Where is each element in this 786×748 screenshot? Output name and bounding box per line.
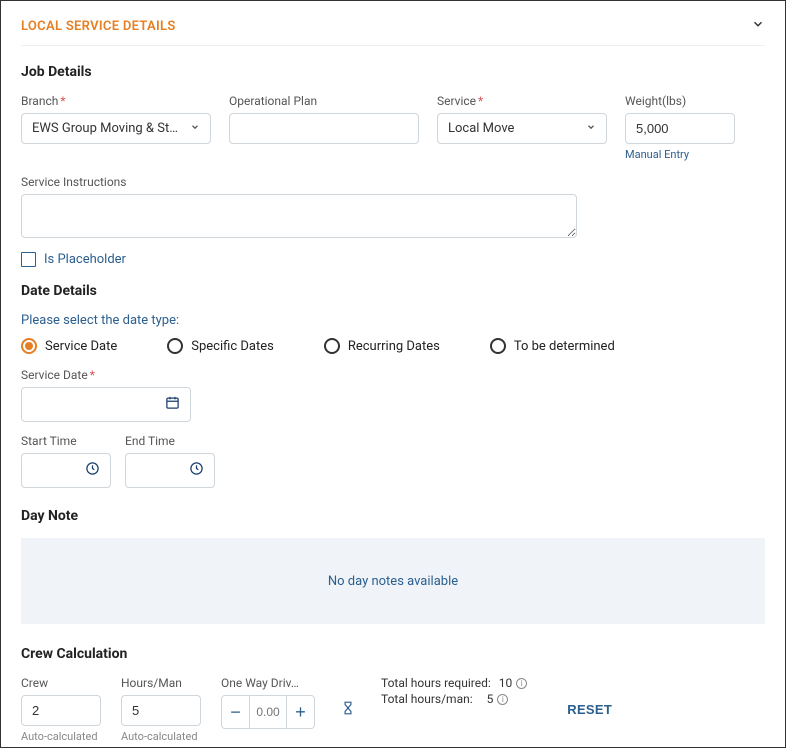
minus-button[interactable]: −	[222, 696, 250, 728]
chevron-down-icon	[586, 122, 596, 135]
section-header: LOCAL SERVICE DETAILS	[21, 17, 765, 46]
chevron-down-icon[interactable]	[751, 17, 765, 35]
section-title: LOCAL SERVICE DETAILS	[21, 19, 176, 34]
one-way-drive-label: One Way Driv…	[221, 676, 309, 690]
start-time-label: Start Time	[21, 434, 111, 448]
date-details-heading: Date Details	[21, 283, 765, 299]
service-label: Service*	[437, 94, 607, 108]
operational-plan-label: Operational Plan	[229, 94, 419, 108]
chevron-down-icon	[190, 122, 200, 135]
job-details-heading: Job Details	[21, 64, 765, 80]
crew-label: Crew	[21, 676, 101, 690]
info-icon[interactable]: i	[497, 694, 508, 705]
radio-recurring-dates[interactable]: Recurring Dates	[324, 338, 440, 354]
hourglass-icon	[341, 700, 355, 720]
operational-plan-input[interactable]	[229, 113, 419, 144]
start-time-input[interactable]	[21, 453, 111, 488]
day-note-panel: No day notes available	[21, 538, 765, 624]
radio-specific-dates[interactable]: Specific Dates	[167, 338, 274, 354]
radio-icon	[21, 338, 37, 354]
hours-man-label: Hours/Man	[121, 676, 201, 690]
day-note-empty: No day notes available	[328, 574, 458, 589]
service-select[interactable]: Local Move	[437, 113, 607, 144]
info-icon[interactable]: i	[516, 678, 527, 689]
service-date-input[interactable]	[21, 387, 191, 422]
branch-select[interactable]: EWS Group Moving & St…	[21, 113, 211, 144]
radio-icon	[324, 338, 340, 354]
radio-icon	[167, 338, 183, 354]
is-placeholder-checkbox[interactable]	[21, 252, 36, 267]
hours-man-helper: Auto-calculated	[121, 730, 201, 743]
one-way-drive-stepper[interactable]: − +	[221, 695, 315, 729]
calendar-icon	[165, 395, 180, 414]
weight-helper: Manual Entry	[625, 148, 735, 161]
radio-icon	[490, 338, 506, 354]
crew-input[interactable]	[21, 695, 101, 726]
date-type-prompt: Please select the date type:	[21, 313, 765, 328]
weight-label: Weight(lbs)	[625, 94, 735, 108]
one-way-drive-input[interactable]	[250, 696, 286, 728]
totals: Total hours required: 10 i Total hours/m…	[381, 676, 527, 706]
branch-label: Branch*	[21, 94, 211, 108]
service-instructions-label: Service Instructions	[21, 175, 765, 189]
crew-calc-heading: Crew Calculation	[21, 646, 765, 662]
plus-button[interactable]: +	[286, 696, 314, 728]
is-placeholder-label: Is Placeholder	[44, 252, 126, 267]
end-time-input[interactable]	[125, 453, 215, 488]
clock-icon	[189, 461, 204, 480]
end-time-label: End Time	[125, 434, 215, 448]
hours-man-input[interactable]	[121, 695, 201, 726]
radio-service-date[interactable]: Service Date	[21, 338, 117, 354]
radio-tbd[interactable]: To be determined	[490, 338, 615, 354]
crew-helper: Auto-calculated	[21, 730, 101, 743]
service-instructions-input[interactable]	[21, 194, 577, 238]
reset-button[interactable]: RESET	[567, 702, 612, 717]
weight-input[interactable]	[625, 113, 735, 144]
clock-icon	[85, 461, 100, 480]
day-note-heading: Day Note	[21, 508, 765, 524]
service-date-label: Service Date*	[21, 368, 765, 382]
